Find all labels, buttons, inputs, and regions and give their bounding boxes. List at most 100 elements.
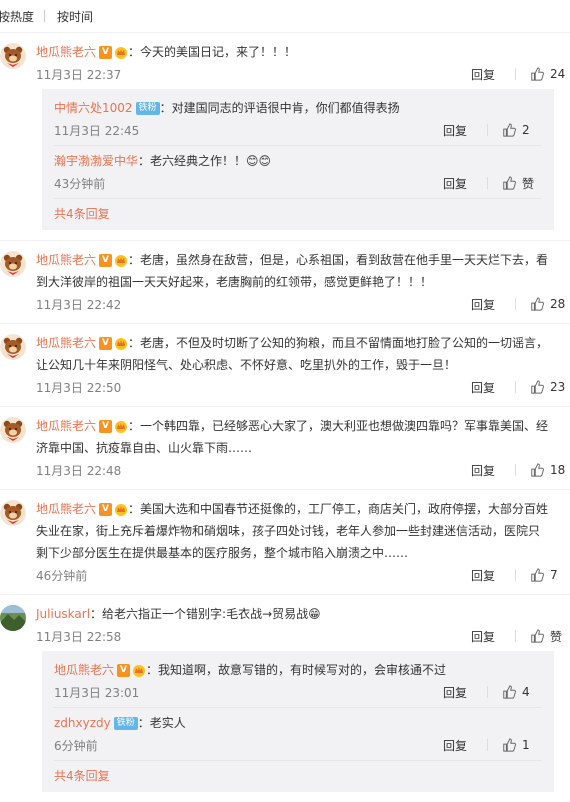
- comment-meta: 11月3日 22:48 回复 18: [36, 459, 570, 481]
- timestamp: 11月3日 22:58: [36, 629, 122, 644]
- user-name[interactable]: 地瓜熊老六: [36, 336, 96, 350]
- reply-button[interactable]: 回复: [443, 175, 467, 192]
- reply-box: 中情六处1002 铁粉 ：对建国同志的评语很中肯，你们都值得表扬 11月3日 22:…: [42, 89, 554, 230]
- like-count: 23: [550, 380, 566, 394]
- comment-meta: 11月3日 22:50 回复 23: [36, 376, 570, 398]
- timestamp: 11月3日 22:37: [36, 67, 122, 82]
- user-name[interactable]: 瀚宇渤渤爱中华: [54, 154, 138, 168]
- user-name[interactable]: 地瓜熊老六: [36, 45, 96, 59]
- thumb-up-icon: [502, 685, 516, 699]
- crown-icon: [132, 664, 146, 677]
- reply-button[interactable]: 回复: [471, 462, 495, 479]
- reply-button[interactable]: 回复: [471, 296, 495, 313]
- avatar[interactable]: [0, 43, 26, 69]
- comment-text: 地瓜熊老六 V ：今天的美国日记，来了！！！: [36, 41, 550, 63]
- reply-content: ：老六经典之作！！😊😊: [138, 154, 272, 168]
- reply-button[interactable]: 回复: [443, 684, 467, 701]
- crown-icon: [114, 503, 128, 516]
- like-count: 7: [550, 568, 558, 582]
- user-name[interactable]: 地瓜熊老六: [36, 253, 96, 267]
- reply-item: 中情六处1002 铁粉 ：对建国同志的评语很中肯，你们都值得表扬 11月3日 22:…: [54, 93, 542, 146]
- comment-item: 地瓜熊老六 V ：美国大选和中国春节还挺像的，工厂停工，商店关门，政府停摆，大部分百…: [0, 490, 570, 595]
- like-count: 2: [522, 123, 530, 137]
- like-button[interactable]: 23: [530, 380, 570, 394]
- comment-content: ：美国大选和中国春节还挺像的，工厂停工，商店关门，政府停摆，大部分百姓失业在家，…: [36, 502, 549, 560]
- reply-button[interactable]: 回复: [471, 567, 495, 584]
- user-name[interactable]: Juliuskarl: [36, 607, 90, 621]
- tab-hot[interactable]: 按热度: [0, 8, 34, 25]
- thumb-up-icon: [530, 67, 544, 81]
- reply-button[interactable]: 回复: [471, 379, 495, 396]
- like-count: 赞: [550, 629, 563, 644]
- verified-icon: V: [99, 503, 113, 516]
- avatar[interactable]: [0, 605, 26, 631]
- thumb-up-icon: [530, 568, 544, 582]
- reply-item: 瀚宇渤渤爱中华：老六经典之作！！😊😊 43分钟前 回复 赞: [54, 146, 542, 199]
- reply-button[interactable]: 回复: [443, 737, 467, 754]
- thumb-up-icon: [530, 380, 544, 394]
- reply-meta: 43分钟前 回复 赞: [54, 172, 542, 194]
- user-name[interactable]: 地瓜熊老六: [36, 419, 96, 433]
- timestamp: 11月3日 22:48: [36, 463, 122, 478]
- verified-icon: V: [117, 664, 131, 677]
- fan-badge: 铁粉: [135, 102, 160, 115]
- crown-icon: [114, 46, 128, 59]
- like-button[interactable]: 赞: [530, 628, 570, 645]
- timestamp: 11月3日 23:01: [54, 685, 140, 700]
- tab-time[interactable]: 按时间: [57, 8, 93, 25]
- reply-item: zdhxyzdy 铁粉 ：老实人 6分钟前 回复 1: [54, 708, 542, 761]
- like-button[interactable]: 24: [530, 67, 570, 81]
- like-button[interactable]: 4: [502, 685, 542, 699]
- comment-item: 地瓜熊老六 V ：今天的美国日记，来了！！！ 11月3日 22:37 回复 24 中…: [0, 33, 570, 241]
- avatar[interactable]: [0, 334, 26, 360]
- avatar[interactable]: [0, 417, 26, 443]
- timestamp: 11月3日 22:50: [36, 380, 122, 395]
- verified-icon: V: [99, 337, 113, 350]
- like-button[interactable]: 1: [502, 738, 542, 752]
- divider: [515, 298, 516, 310]
- like-button[interactable]: 2: [502, 123, 542, 137]
- user-name[interactable]: 地瓜熊老六: [36, 502, 96, 516]
- avatar[interactable]: [0, 500, 26, 526]
- comment-meta: 11月3日 22:37 回复 24: [36, 63, 570, 85]
- user-name[interactable]: zdhxyzdy: [54, 716, 111, 730]
- thumb-up-icon: [530, 297, 544, 311]
- user-name[interactable]: 地瓜熊老六: [54, 663, 114, 677]
- like-button[interactable]: 赞: [502, 175, 542, 192]
- reply-text: 地瓜熊老六 V ：我知道啊，故意写错的，有时候写对的，会审核通不过: [54, 659, 542, 681]
- thumb-up-icon: [530, 463, 544, 477]
- divider: [515, 381, 516, 393]
- avatar[interactable]: [0, 251, 26, 277]
- tab-divider: [44, 10, 46, 22]
- like-button[interactable]: 28: [530, 297, 570, 311]
- reply-meta: 11月3日 23:01 回复 4: [54, 681, 542, 703]
- reply-button[interactable]: 回复: [471, 628, 495, 645]
- comment-text: 地瓜熊老六 V ：美国大选和中国春节还挺像的，工厂停工，商店关门，政府停摆，大部分百…: [36, 498, 550, 564]
- verified-icon: V: [99, 46, 113, 59]
- like-button[interactable]: 18: [530, 463, 570, 477]
- thumb-up-icon: [502, 123, 516, 137]
- divider: [487, 177, 488, 189]
- divider: [487, 124, 488, 136]
- reply-text: 中情六处1002 铁粉 ：对建国同志的评语很中肯，你们都值得表扬: [54, 97, 542, 119]
- reply-box: 地瓜熊老六 V ：我知道啊，故意写错的，有时候写对的，会审核通不过 11月3日 23…: [42, 651, 554, 792]
- divider: [515, 68, 516, 80]
- divider: [487, 686, 488, 698]
- comment-content: ：老唐，不但及时切断了公知的狗粮，而且不留情面地打脸了公知的一切谣言，让公知几十…: [36, 336, 549, 372]
- comment-item: 地瓜熊老六 V ：老唐，不但及时切断了公知的狗粮，而且不留情面地打脸了公知的一切谣言…: [0, 324, 570, 407]
- thumb-up-icon: [502, 738, 516, 752]
- crown-icon: [114, 254, 128, 267]
- user-name[interactable]: 中情六处1002: [54, 101, 133, 115]
- more-replies-link[interactable]: 共4条回复: [54, 761, 542, 786]
- like-button[interactable]: 7: [530, 568, 570, 582]
- like-count: 28: [550, 297, 566, 311]
- sort-tabs: 按热度 按时间: [0, 0, 570, 33]
- reply-button[interactable]: 回复: [443, 122, 467, 139]
- reply-button[interactable]: 回复: [471, 66, 495, 83]
- timestamp: 43分钟前: [54, 176, 106, 191]
- comment-item: 地瓜熊老六 V ：一个韩四靠，已经够恶心大家了，澳大利亚也想做澳四靠吗？军事靠美国、…: [0, 407, 570, 490]
- more-replies-link[interactable]: 共4条回复: [54, 199, 542, 224]
- like-count: 18: [550, 463, 566, 477]
- reply-meta: 11月3日 22:45 回复 2: [54, 119, 542, 141]
- comment-content: ：今天的美国日记，来了！！！: [128, 45, 297, 59]
